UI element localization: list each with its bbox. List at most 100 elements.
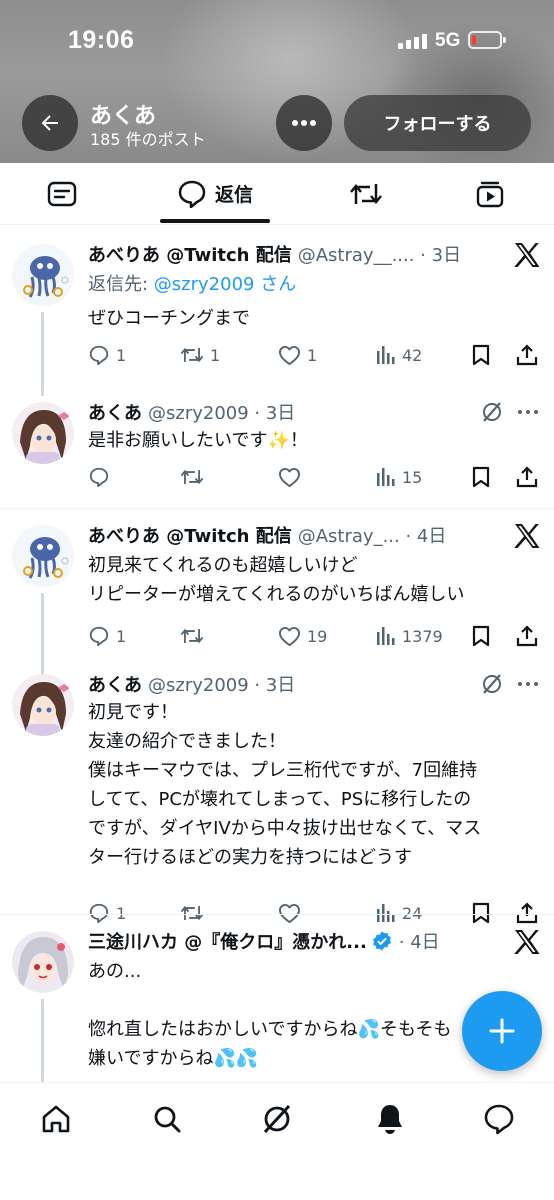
tweet-actions: 1 19 1379 [88, 621, 544, 651]
bookmark-icon [472, 466, 490, 488]
tweet-actions: 1 1 1 42 [88, 340, 544, 370]
verified-badge-icon [372, 931, 391, 951]
share-action[interactable] [516, 340, 538, 370]
avatar[interactable] [12, 525, 74, 587]
share-action[interactable] [516, 462, 538, 492]
like-action[interactable] [278, 898, 307, 928]
reply-action[interactable]: 1 [88, 898, 126, 928]
reply-to-line: 返信先: @szry2009 さん [88, 270, 296, 296]
bookmark-icon [472, 902, 490, 924]
home-icon [42, 1105, 70, 1133]
nav-home[interactable] [36, 1099, 76, 1139]
grok-icon[interactable] [480, 672, 504, 696]
tab-reposts[interactable] [326, 163, 406, 224]
heart-icon [279, 626, 300, 646]
tweet-text: 初見です！ 友達の紹介できました！ 僕はキーマウでは、プレ三桁代ですが、7回維持… [88, 702, 482, 868]
profile-header-banner: 19:06 5G あくあ 185 件のポスト フォローする [0, 0, 554, 163]
display-name[interactable]: 三途川ハカ @『俺クロ』憑かれ... [88, 928, 367, 954]
views-action[interactable]: 24 [376, 898, 422, 928]
tweet-text: 是非お願いしたいです✨！ [88, 430, 308, 451]
avatar[interactable] [12, 674, 74, 736]
tweet-actions: 15 [88, 462, 544, 492]
back-button[interactable] [22, 95, 78, 151]
handle-and-time: @szry2009 · 3日 [148, 675, 296, 696]
reply-action[interactable] [88, 462, 116, 492]
follow-button[interactable]: フォローする [344, 95, 531, 151]
reply-action[interactable]: 1 [88, 621, 126, 651]
share-icon [516, 625, 538, 647]
reply-icon [89, 626, 109, 647]
avatar[interactable] [12, 244, 74, 306]
avatar[interactable] [12, 402, 74, 464]
view-count: 42 [402, 345, 423, 365]
reply-icon [89, 903, 109, 924]
compose-button[interactable] [462, 991, 542, 1071]
bell-icon [378, 1105, 402, 1134]
views-action[interactable]: 15 [376, 462, 422, 492]
share-icon [516, 902, 538, 924]
repost-icon [180, 347, 204, 363]
repost-icon [180, 628, 204, 644]
reply-action[interactable]: 1 [88, 340, 126, 370]
views-action[interactable]: 1379 [376, 621, 443, 651]
nav-notifications[interactable] [370, 1099, 410, 1139]
display-name[interactable]: あくあ [88, 399, 142, 425]
bookmark-action[interactable] [472, 340, 490, 370]
bookmark-icon [472, 344, 490, 366]
reply-icon [89, 467, 109, 488]
bookmark-action[interactable] [472, 462, 490, 492]
more-options-button[interactable] [276, 95, 332, 151]
repost-count: 1 [210, 345, 221, 365]
views-action[interactable]: 42 [376, 340, 422, 370]
repost-icon [180, 469, 204, 485]
tweet-header: あくあ @szry2009 · 3日 [88, 398, 295, 426]
tweet-actions: 1 24 [88, 898, 544, 928]
reply-mention[interactable]: @szry2009 さん [154, 274, 296, 295]
x-logo-icon [514, 930, 540, 954]
search-icon [154, 1106, 181, 1133]
nav-search[interactable] [147, 1099, 187, 1139]
like-action[interactable]: 19 [278, 621, 327, 651]
display-name[interactable]: あべりあ @Twitch 配信 [88, 522, 292, 548]
heart-icon [279, 345, 300, 365]
more-horizontal-icon[interactable] [516, 672, 540, 696]
share-action[interactable] [516, 621, 538, 651]
tab-media[interactable] [450, 163, 530, 224]
arrow-left-icon [41, 115, 58, 131]
replies-timeline[interactable]: あべりあ @Twitch 配信 @Astray__.... · 3日 返信先: … [0, 228, 554, 1082]
views-icon [377, 904, 395, 922]
bottom-navigation [0, 1082, 554, 1200]
share-action[interactable] [516, 898, 538, 928]
grok-icon[interactable] [480, 400, 504, 424]
bookmark-action[interactable] [472, 621, 490, 651]
grok-icon [263, 1104, 291, 1134]
reply-count: 1 [116, 626, 127, 646]
signal-icon [398, 33, 427, 49]
repost-action[interactable]: 1 [180, 340, 220, 370]
display-name[interactable]: あくあ [88, 671, 142, 697]
handle-and-time: · 4日 [398, 932, 440, 953]
tab-posts[interactable] [22, 163, 102, 224]
bookmark-action[interactable] [472, 898, 490, 928]
repost-action[interactable] [180, 462, 210, 492]
tweet-header: あべりあ @Twitch 配信 @Astray__.... · 3日 [88, 240, 461, 268]
display-name[interactable]: あべりあ @Twitch 配信 [88, 241, 292, 267]
heart-icon [279, 467, 300, 487]
posts-icon [47, 181, 77, 206]
repost-action[interactable] [180, 621, 210, 651]
chat-bubble-icon [484, 1104, 514, 1135]
repost-action[interactable] [180, 898, 210, 928]
nav-messages[interactable] [479, 1099, 519, 1139]
view-count: 15 [402, 467, 423, 487]
like-action[interactable] [278, 462, 307, 492]
media-icon [476, 181, 504, 207]
avatar[interactable] [12, 931, 74, 993]
views-icon [377, 346, 395, 364]
nav-grok[interactable] [257, 1099, 297, 1139]
view-count: 1379 [402, 626, 443, 646]
thread-line [41, 999, 44, 1082]
tab-replies[interactable]: 返信 [160, 163, 270, 224]
more-horizontal-icon[interactable] [516, 400, 540, 424]
repost-icon [180, 905, 204, 921]
like-action[interactable]: 1 [278, 340, 317, 370]
